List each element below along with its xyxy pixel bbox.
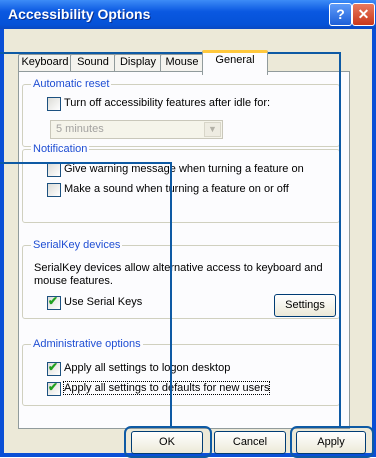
callout-line-top-horizontal bbox=[0, 52, 341, 54]
use-serial-keys-label: Use Serial Keys bbox=[64, 296, 143, 308]
callout-line-top-vertical bbox=[339, 52, 341, 428]
window-title: Accessibility Options bbox=[8, 6, 151, 22]
warning-message-label: Give warning message when turning a feat… bbox=[64, 163, 304, 175]
idle-time-value: 5 minutes bbox=[56, 123, 104, 135]
turn-off-idle-checkbox[interactable] bbox=[47, 97, 61, 111]
logon-desktop-label: Apply all settings to logon desktop bbox=[64, 362, 231, 374]
checkmark-icon: ✔ bbox=[48, 360, 59, 374]
new-users-checkbox[interactable]: ✔ bbox=[47, 380, 61, 396]
tab-sound[interactable]: Sound bbox=[70, 54, 116, 71]
logon-desktop-checkbox[interactable]: ✔ bbox=[47, 360, 61, 376]
tab-keyboard[interactable]: Keyboard bbox=[18, 54, 72, 71]
title-bar[interactable]: Accessibility Options ? ✕ bbox=[0, 0, 376, 29]
automatic-reset-label: Automatic reset bbox=[31, 78, 112, 90]
new-users-label: Apply all settings to defaults for new u… bbox=[62, 381, 271, 395]
close-button[interactable]: ✕ bbox=[352, 3, 375, 26]
idle-time-dropdown[interactable]: 5 minutes ▼ bbox=[50, 120, 223, 139]
turn-off-idle-label: Turn off accessibility features after id… bbox=[64, 97, 271, 109]
notification-label: Notification bbox=[31, 143, 90, 155]
serialkey-label: SerialKey devices bbox=[31, 239, 123, 251]
callout-line-middle-horizontal bbox=[0, 162, 172, 164]
admin-options-group: Administrative options bbox=[22, 338, 340, 406]
ok-button-callout bbox=[124, 426, 212, 458]
checkmark-icon: ✔ bbox=[48, 380, 59, 394]
warning-message-checkbox[interactable] bbox=[47, 163, 61, 177]
use-serial-keys-checkbox[interactable]: ✔ bbox=[47, 294, 61, 310]
admin-options-label: Administrative options bbox=[31, 338, 143, 350]
callout-line-middle-vertical bbox=[170, 162, 172, 428]
sound-checkbox[interactable] bbox=[47, 183, 61, 197]
chevron-down-icon[interactable]: ▼ bbox=[204, 122, 221, 137]
tab-display[interactable]: Display bbox=[114, 54, 162, 71]
settings-button[interactable]: Settings bbox=[274, 294, 336, 317]
checkmark-icon: ✔ bbox=[48, 294, 59, 308]
cancel-button[interactable]: Cancel bbox=[214, 431, 286, 454]
serialkey-description: SerialKey devices allow alternative acce… bbox=[34, 262, 323, 287]
sound-label: Make a sound when turning a feature on o… bbox=[64, 183, 289, 195]
apply-button-callout bbox=[290, 426, 374, 458]
tab-mouse[interactable]: Mouse bbox=[160, 54, 204, 71]
tab-general[interactable]: General bbox=[202, 50, 268, 75]
help-button[interactable]: ? bbox=[329, 3, 352, 26]
